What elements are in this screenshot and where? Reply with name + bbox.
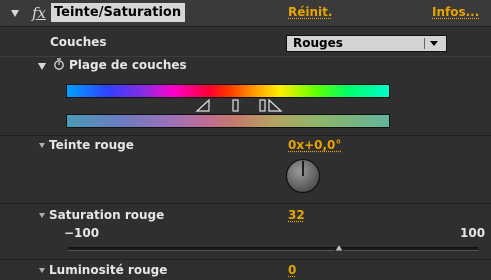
hue-dial[interactable] (285, 158, 321, 194)
hue-value[interactable]: 0x+0,0° (288, 138, 341, 152)
lightness-collapse-icon[interactable] (39, 268, 45, 273)
collapse-triangle-icon[interactable] (11, 10, 19, 17)
saturation-collapse-icon[interactable] (39, 213, 45, 218)
fx-icon[interactable]: fx (32, 4, 46, 22)
hue-collapse-icon[interactable] (39, 143, 45, 148)
effect-header: fx Teinte/Saturation Réinit. Infos... (0, 0, 491, 26)
effect-name[interactable]: Teinte/Saturation (51, 3, 186, 22)
saturation-min-label: −100 (64, 226, 100, 240)
range-start-handle (232, 99, 239, 112)
channel-label: Couches (50, 35, 107, 49)
saturation-slider-track[interactable] (68, 247, 478, 251)
saturation-slider-thumb[interactable] (333, 243, 344, 252)
saturation-max-label: 100 (460, 226, 486, 240)
channel-dropdown-value: Rouges (293, 36, 343, 50)
stopwatch-icon[interactable] (53, 57, 65, 71)
range-handles[interactable] (195, 99, 395, 113)
dropdown-divider (424, 38, 425, 49)
range-label: Plage de couches (69, 58, 187, 72)
saturation-value[interactable]: 32 (288, 208, 305, 222)
chevron-down-icon (430, 41, 438, 46)
adjusted-spectrum-bar (66, 114, 390, 128)
range-end-handle (259, 99, 266, 112)
lightness-value[interactable]: 0 (288, 263, 296, 277)
about-link[interactable]: Infos... (432, 5, 479, 19)
channel-dropdown[interactable]: Rouges (286, 35, 447, 52)
saturation-label: Saturation rouge (49, 208, 165, 222)
range-falloff-left-handle (195, 99, 210, 112)
lightness-label: Luminosité rouge (49, 263, 168, 277)
hue-label: Teinte rouge (49, 138, 134, 152)
hue-spectrum-bar (66, 84, 390, 98)
range-collapse-icon[interactable] (38, 63, 46, 70)
reset-link[interactable]: Réinit. (288, 5, 332, 19)
range-falloff-right-handle (268, 99, 283, 112)
